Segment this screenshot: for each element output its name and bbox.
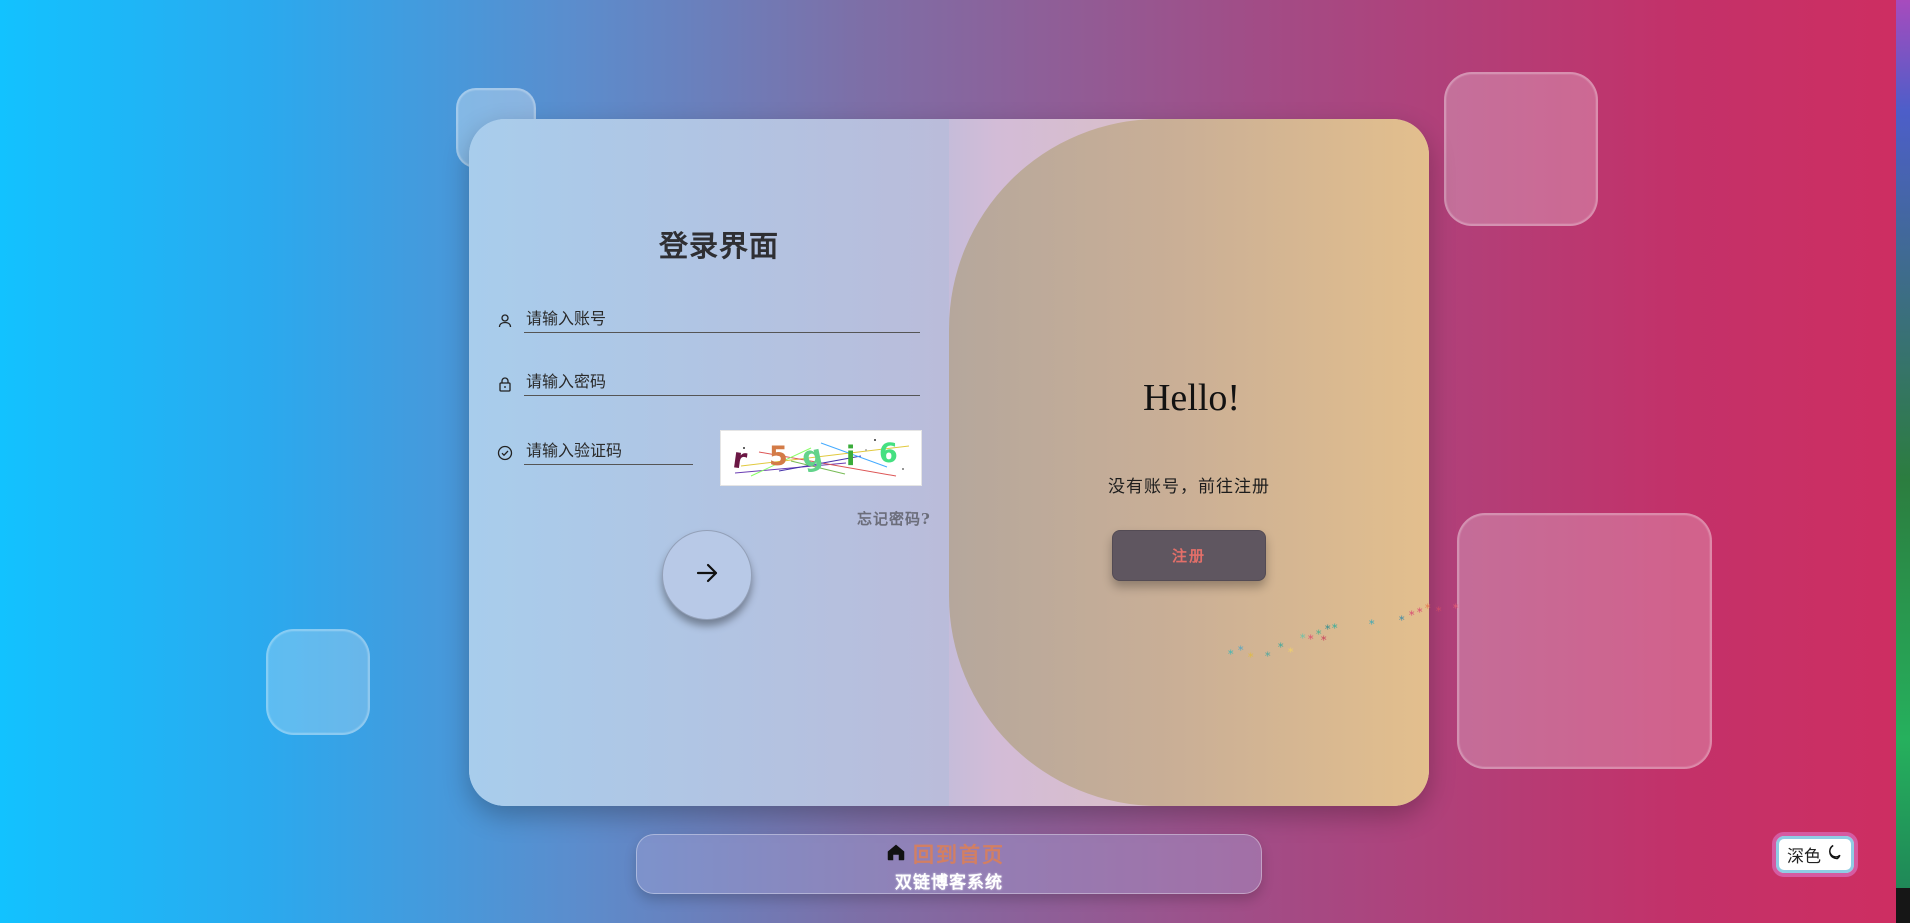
captcha-graphic: r 5 g i 6 bbox=[731, 438, 910, 477]
password-input[interactable] bbox=[524, 372, 920, 396]
captcha-image[interactable]: r 5 g i 6 bbox=[720, 430, 922, 486]
login-panel: 登录界面 请输入账号 请输入验证码 r 5 g i 6 忘记密码? bbox=[469, 119, 949, 806]
arrow-right-icon bbox=[692, 558, 722, 592]
decorative-square bbox=[1444, 72, 1598, 226]
decorative-square bbox=[266, 629, 370, 735]
moon-icon bbox=[1825, 843, 1843, 866]
captcha-field bbox=[494, 441, 693, 465]
theme-toggle-button[interactable]: 深色 bbox=[1772, 832, 1858, 877]
captcha-input[interactable] bbox=[524, 441, 693, 465]
login-card: 登录界面 请输入账号 请输入验证码 r 5 g i 6 忘记密码? Hello!… bbox=[469, 119, 1429, 806]
lock-icon bbox=[494, 373, 516, 395]
page-scrollbar[interactable] bbox=[1896, 0, 1910, 923]
captcha-char: r bbox=[731, 441, 749, 476]
register-panel: Hello! 没有账号，前往注册 注册 bbox=[949, 119, 1429, 806]
login-submit-button[interactable] bbox=[662, 530, 752, 620]
theme-toggle-label: 深色 bbox=[1787, 847, 1821, 867]
check-circle-icon bbox=[494, 442, 516, 464]
home-link-text: 回到首页 bbox=[913, 842, 1005, 867]
home-icon bbox=[885, 841, 907, 867]
decorative-square bbox=[1457, 513, 1712, 769]
greeting: Hello! bbox=[1142, 377, 1241, 419]
register-prompt: 没有账号，前往注册 bbox=[1108, 477, 1270, 497]
bottom-navigation: 回到首页 双链博客系统 bbox=[636, 834, 1262, 894]
site-name: 双链博客系统 bbox=[895, 873, 1003, 893]
captcha-char: 6 bbox=[879, 438, 898, 469]
username-field bbox=[494, 309, 920, 333]
register-button[interactable]: 注册 bbox=[1112, 530, 1266, 581]
home-link[interactable]: 回到首页 bbox=[885, 839, 1005, 869]
scrollbar-thumb[interactable] bbox=[1896, 888, 1910, 923]
captcha-char: i bbox=[846, 441, 855, 472]
login-title: 登录界面 bbox=[658, 229, 779, 263]
user-icon bbox=[494, 310, 516, 332]
captcha-char: 5 bbox=[769, 441, 788, 472]
password-field bbox=[494, 372, 920, 396]
login-page: { "login": { "title": "登录界面", "username_… bbox=[0, 0, 1910, 923]
username-input[interactable] bbox=[524, 309, 920, 333]
forgot-password-link[interactable]: 忘记密码? bbox=[857, 508, 931, 529]
